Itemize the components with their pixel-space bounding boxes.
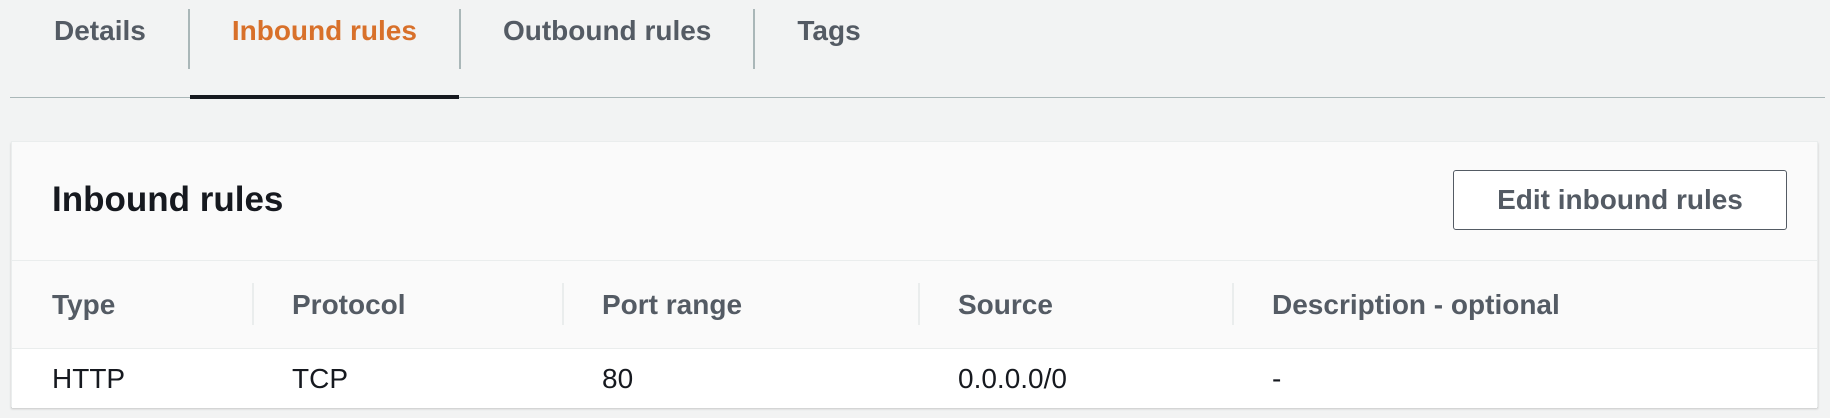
inbound-rules-panel: Inbound rules Edit inbound rules Type Pr…: [11, 141, 1818, 408]
tab-label: Tags: [797, 15, 861, 46]
column-header-port-range[interactable]: Port range: [562, 261, 918, 348]
tab-tags[interactable]: Tags: [755, 0, 902, 98]
tab-details[interactable]: Details: [10, 0, 188, 98]
tab-label: Outbound rules: [502, 15, 712, 46]
column-header-description[interactable]: Description - optional: [1232, 261, 1817, 348]
cell-description: -: [1272, 362, 1282, 394]
cell-protocol: TCP: [292, 362, 348, 394]
tab-label: Inbound rules: [231, 15, 417, 46]
column-header-type[interactable]: Type: [12, 261, 252, 348]
tab-outbound-rules[interactable]: Outbound rules: [461, 0, 753, 98]
table-row: HTTP TCP 80 0.0.0.0/0 -: [12, 349, 1817, 408]
table-header-row: Type Protocol Port range Source Descript…: [12, 261, 1817, 349]
cell-type: HTTP: [52, 362, 126, 394]
cell-source: 0.0.0.0/0: [958, 362, 1067, 394]
tab-label: Details: [54, 15, 146, 46]
cell-port-range: 80: [602, 362, 634, 394]
panel-header: Inbound rules Edit inbound rules: [12, 142, 1817, 261]
column-header-protocol[interactable]: Protocol: [252, 261, 562, 348]
column-header-source[interactable]: Source: [918, 261, 1232, 348]
panel-title: Inbound rules: [52, 180, 284, 219]
edit-inbound-rules-button[interactable]: Edit inbound rules: [1453, 170, 1787, 230]
tab-inbound-rules[interactable]: Inbound rules: [189, 0, 460, 99]
tab-bar: Details Inbound rules Outbound rules Tag…: [10, 0, 1825, 99]
